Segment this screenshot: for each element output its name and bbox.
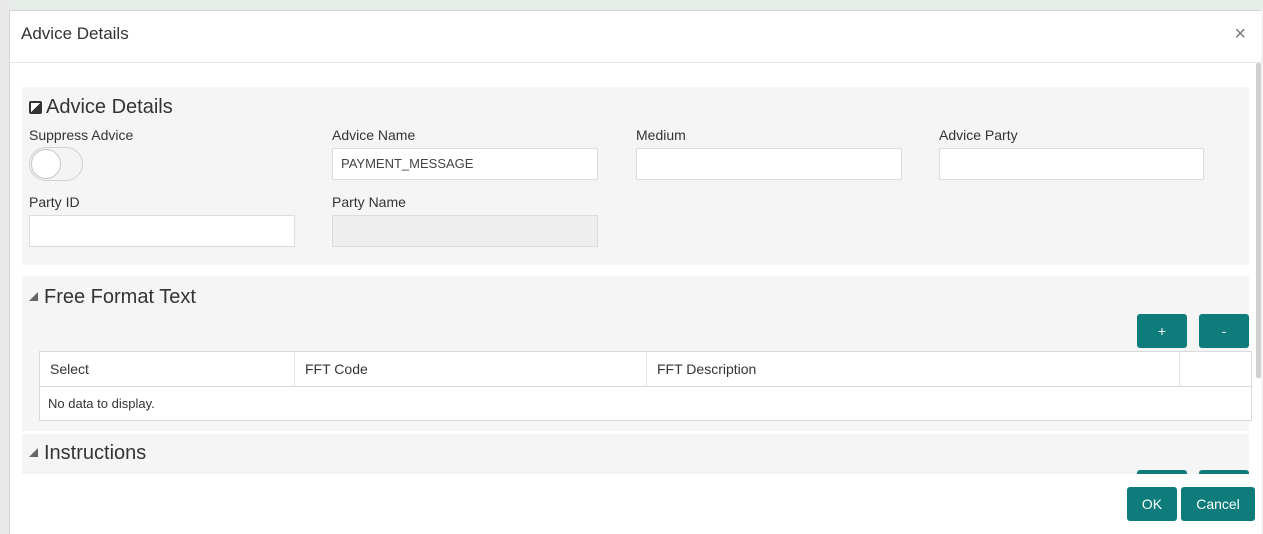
advice-details-section-title[interactable]: Advice Details (29, 96, 173, 119)
instructions-section-label: Instructions (44, 442, 147, 464)
cancel-button[interactable]: Cancel (1181, 487, 1255, 521)
fft-table: Select FFT Code FFT Description No data … (39, 351, 1252, 421)
scrollbar[interactable] (1256, 63, 1261, 378)
instructions-add-button-partial[interactable] (1137, 470, 1187, 474)
advice-name-label: Advice Name (332, 127, 416, 143)
fft-table-header: Select FFT Code FFT Description (40, 352, 1251, 387)
medium-input[interactable] (636, 148, 902, 180)
column-header-fft-description[interactable]: FFT Description (647, 352, 1180, 386)
party-name-label: Party Name (332, 194, 406, 210)
instructions-panel: Instructions (22, 434, 1249, 474)
instructions-remove-button-partial[interactable] (1199, 470, 1249, 474)
column-header-select[interactable]: Select (40, 352, 295, 386)
background-strip (9, 0, 1263, 10)
advice-details-panel: Advice Details Suppress Advice Advice Na… (22, 87, 1249, 265)
triangle-collapse-icon (29, 292, 38, 301)
advice-details-section-label: Advice Details (46, 96, 173, 118)
advice-party-input[interactable] (939, 148, 1204, 180)
free-format-text-section-title[interactable]: Free Format Text (29, 286, 196, 309)
suppress-advice-label: Suppress Advice (29, 127, 134, 143)
background-edge (0, 0, 9, 534)
free-format-text-section-label: Free Format Text (44, 286, 196, 308)
ok-button[interactable]: OK (1127, 487, 1177, 521)
advice-party-label: Advice Party (939, 127, 1018, 143)
modal-title: Advice Details (21, 24, 129, 43)
medium-label: Medium (636, 127, 686, 143)
remove-row-button[interactable]: - (1199, 314, 1249, 348)
close-icon[interactable]: × (1234, 23, 1246, 45)
advice-name-input[interactable]: PAYMENT_MESSAGE (332, 148, 598, 180)
party-id-input[interactable] (29, 215, 295, 247)
column-header-fft-code[interactable]: FFT Code (295, 352, 647, 386)
party-id-label: Party ID (29, 194, 80, 210)
empty-table-message: No data to display. (48, 396, 155, 411)
toggle-knob (31, 149, 61, 179)
party-name-input (332, 215, 598, 247)
add-row-button[interactable]: + (1137, 314, 1187, 348)
modal-header: Advice Details × (10, 11, 1262, 63)
free-format-text-panel: Free Format Text + - Select FFT Code FFT… (22, 276, 1252, 431)
triangle-collapse-icon (29, 448, 38, 457)
instructions-section-title[interactable]: Instructions (29, 442, 146, 465)
suppress-advice-toggle[interactable] (29, 147, 83, 181)
section-checkbox-icon[interactable] (29, 101, 42, 114)
advice-details-modal: Advice Details × Advice Details Suppress… (9, 10, 1262, 534)
